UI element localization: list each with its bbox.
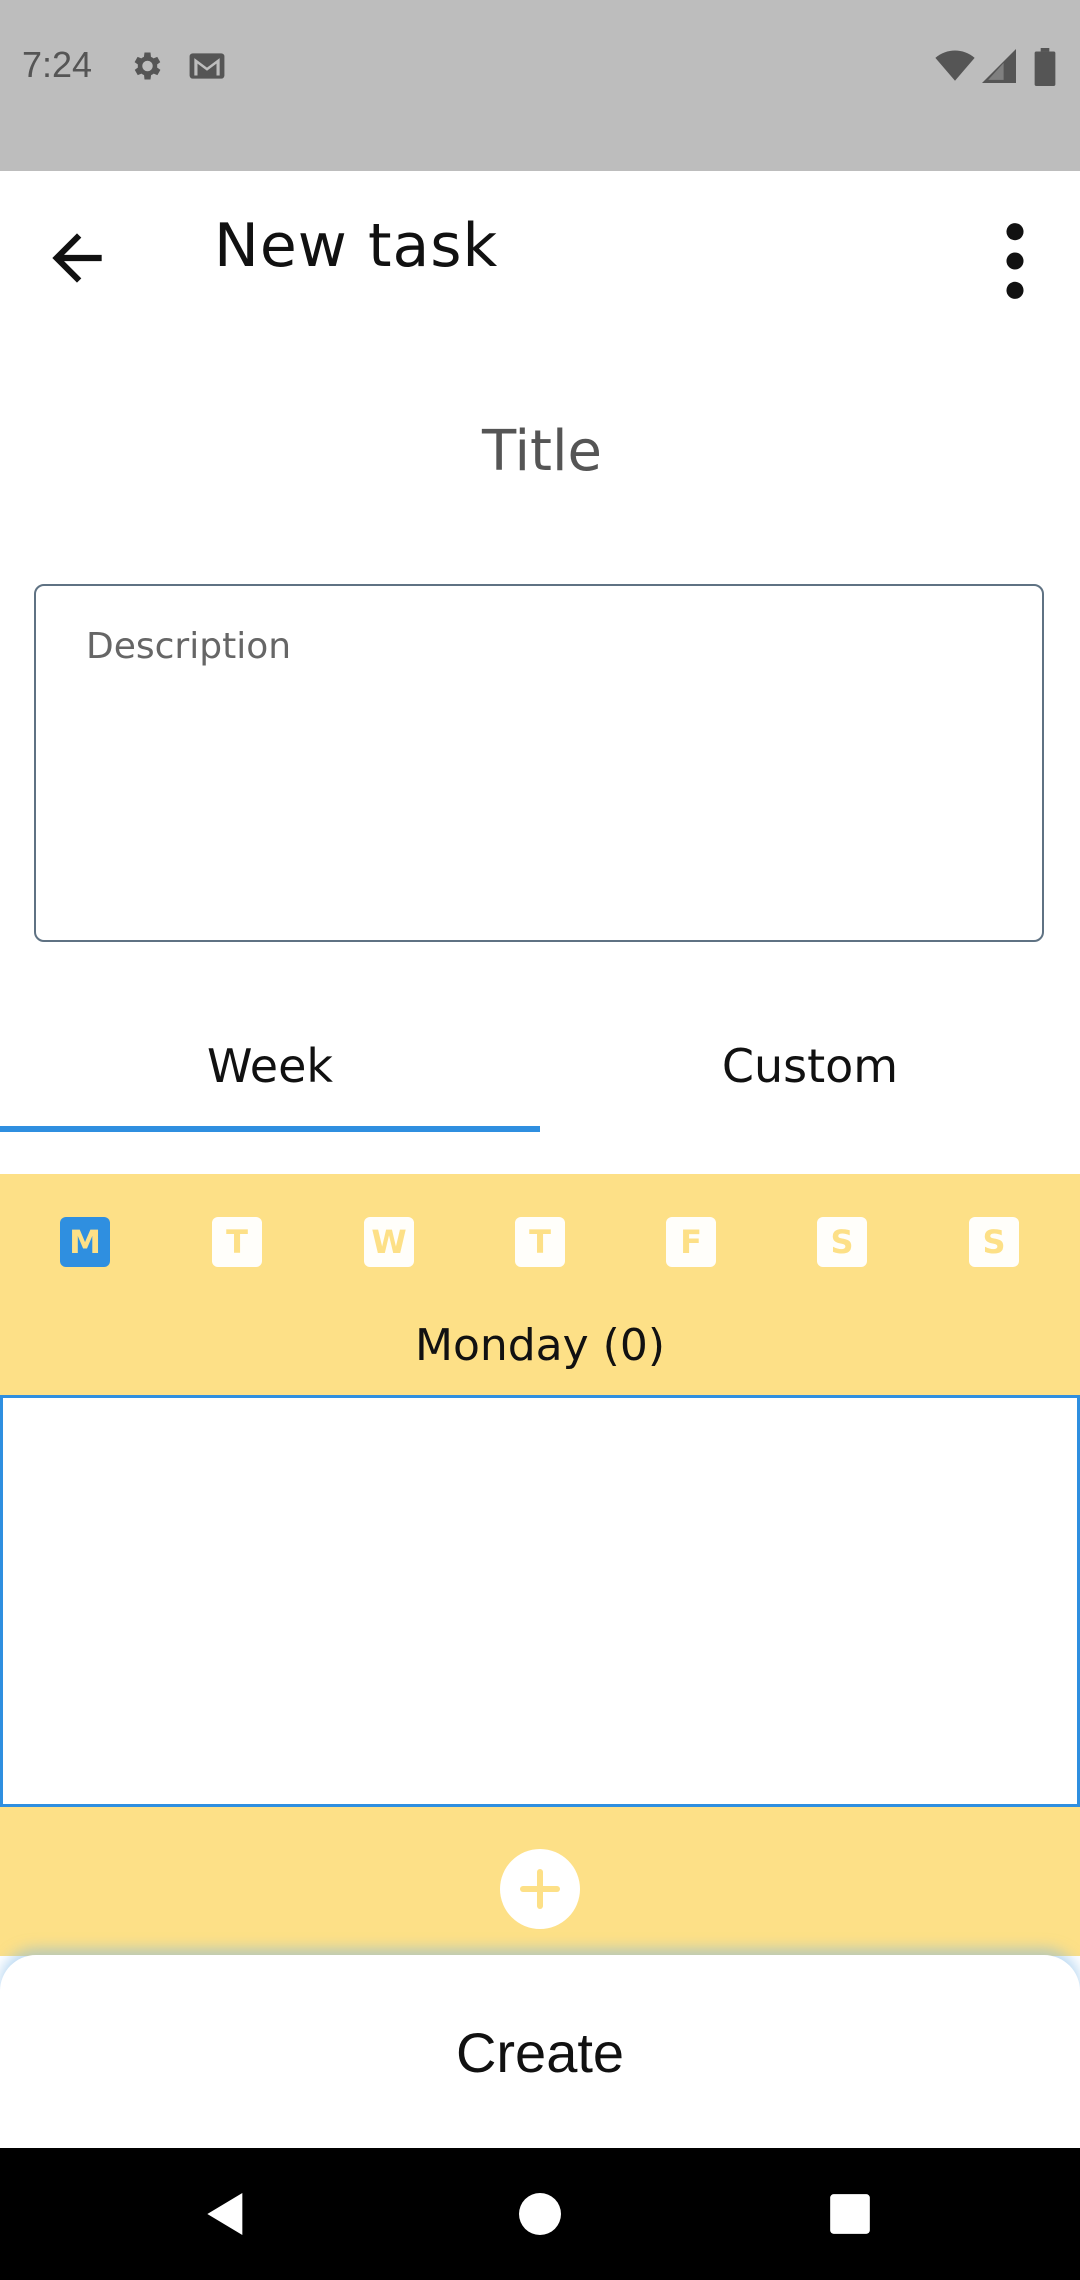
day-heading: Monday (0) bbox=[414, 1320, 665, 1371]
tab-week[interactable]: Week bbox=[0, 1000, 540, 1132]
nav-recents-button[interactable] bbox=[822, 2186, 878, 2242]
wifi-icon bbox=[935, 48, 975, 88]
tab-custom[interactable]: Custom bbox=[540, 1000, 1080, 1132]
nav-home-button[interactable] bbox=[512, 2186, 568, 2242]
settings-icon bbox=[128, 48, 164, 88]
signal-icon bbox=[982, 48, 1016, 88]
day-chip-friday[interactable]: F bbox=[666, 1217, 716, 1267]
description-input[interactable] bbox=[34, 584, 1044, 942]
tab-indicator bbox=[0, 1126, 540, 1132]
back-button[interactable] bbox=[40, 221, 114, 295]
status-bar: 7:24 bbox=[0, 0, 1080, 171]
status-time: 7:24 bbox=[22, 44, 93, 85]
title-input[interactable] bbox=[60, 400, 1024, 502]
battery-icon bbox=[1034, 48, 1056, 90]
create-sheet: Create bbox=[0, 1955, 1080, 2148]
day-chip-monday[interactable]: M bbox=[60, 1217, 110, 1267]
add-item-button[interactable] bbox=[500, 1849, 580, 1929]
system-nav-bar bbox=[0, 2148, 1080, 2280]
arrow-back-icon bbox=[52, 233, 102, 283]
nav-home-icon bbox=[519, 2193, 561, 2235]
day-chip-sunday[interactable]: S bbox=[969, 1217, 1019, 1267]
create-button[interactable]: Create bbox=[0, 1955, 1080, 2148]
day-chip-tuesday[interactable]: T bbox=[212, 1217, 262, 1267]
day-chip-wednesday[interactable]: W bbox=[364, 1217, 414, 1267]
day-task-list[interactable] bbox=[0, 1395, 1080, 1807]
gmail-icon bbox=[188, 48, 226, 88]
app-bar: New task bbox=[0, 171, 1080, 336]
nav-back-button[interactable] bbox=[198, 2186, 254, 2242]
nav-back-icon bbox=[207, 2193, 243, 2235]
day-chip-saturday[interactable]: S bbox=[817, 1217, 867, 1267]
plus-icon bbox=[520, 1869, 560, 1909]
overflow-menu-button[interactable] bbox=[990, 221, 1040, 301]
page-title: New task bbox=[214, 211, 499, 281]
schedule-tabs: Week Custom bbox=[0, 1000, 1080, 1132]
nav-recents-icon bbox=[830, 2194, 870, 2234]
more-vert-icon bbox=[1006, 223, 1024, 299]
day-chip-thursday[interactable]: T bbox=[515, 1217, 565, 1267]
